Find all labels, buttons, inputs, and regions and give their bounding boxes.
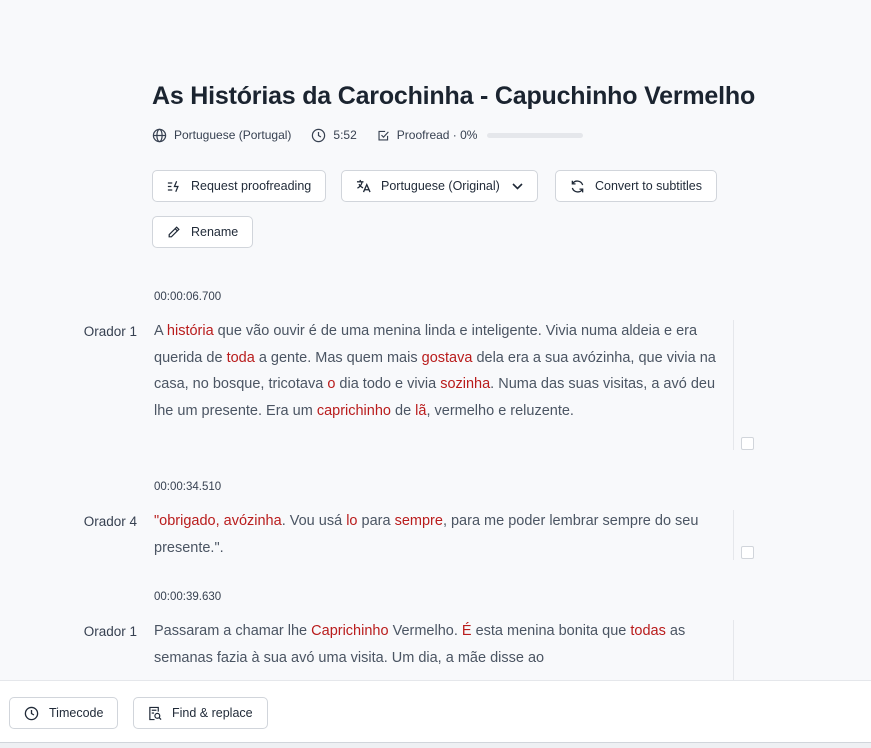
text-run: . Vou usá — [281, 513, 347, 529]
segment-timestamp: 00:00:39.630 — [154, 591, 222, 603]
segment-divider — [733, 510, 734, 560]
text-run: para — [357, 513, 395, 529]
proofread-meta: Proofread · 0% — [377, 128, 584, 142]
convert-to-subtitles-button[interactable]: Convert to subtitles — [555, 170, 717, 202]
text-run: , vermelho e reluzente. — [426, 403, 574, 420]
language-select[interactable]: Portuguese (Original) — [341, 170, 538, 202]
proofread-label: Proofread · 0% — [396, 128, 478, 142]
pencil-icon — [168, 226, 180, 238]
segment-text[interactable]: "obrigado, avózinha. Vou usá lo para sem… — [154, 508, 724, 561]
speaker-label[interactable]: Orador 1 — [84, 624, 137, 639]
segment-checkbox[interactable] — [741, 546, 754, 559]
rename-label: Rename — [191, 225, 239, 239]
request-proofreading-icon — [167, 180, 179, 192]
text-run: Passaram a chamar lhe — [154, 623, 312, 639]
duration-meta: 5:52 — [311, 128, 357, 143]
rename-button[interactable]: Rename — [152, 216, 254, 248]
page-title: As Histórias da Carochinha - Capuchinho … — [152, 82, 756, 110]
request-proofreading-label: Request proofreading — [191, 179, 312, 193]
segment-divider — [733, 320, 734, 450]
language-label: Portuguese (Portugal) — [174, 128, 292, 142]
document-meta: Portuguese (Portugal) 5:52 Proofread · 0… — [152, 126, 792, 144]
timecode-label: Timecode — [49, 706, 104, 720]
translate-icon — [356, 179, 371, 193]
check-square-icon — [378, 130, 389, 141]
text-run: A — [154, 323, 167, 339]
flagged-word: "obrigado, avózinha — [154, 513, 282, 529]
speaker-label[interactable]: Orador 1 — [84, 324, 137, 339]
proofread-progress-bar — [487, 132, 584, 138]
segment-timestamp: 00:00:06.700 — [154, 291, 222, 303]
flagged-word: gostava — [421, 349, 473, 366]
clock-icon — [312, 128, 326, 142]
text-run: de — [390, 403, 416, 420]
find-replace-button[interactable]: Find & replace — [133, 697, 268, 729]
flagged-word: É — [461, 623, 472, 639]
flagged-word: história — [166, 323, 214, 339]
bottom-toolbar: Timecode Find & replace — [0, 680, 871, 748]
flagged-word: todas — [630, 623, 666, 639]
speaker-label[interactable]: Orador 4 — [84, 514, 137, 529]
language-meta: Portuguese (Portugal) — [152, 128, 291, 143]
segment-timestamp: 00:00:34.510 — [154, 481, 222, 493]
document-header: As Histórias da Carochinha - Capuchinho … — [152, 82, 792, 144]
segment-checkbox[interactable] — [741, 437, 754, 450]
segment-text[interactable]: A história que vão ouvir é de uma menina… — [154, 318, 724, 425]
find-replace-icon — [149, 706, 162, 720]
language-select-label: Portuguese (Original) — [381, 179, 500, 193]
timecode-button[interactable]: Timecode — [9, 697, 119, 729]
chevron-down-icon — [512, 182, 523, 190]
text-run: dia todo e vivia — [335, 376, 441, 393]
flagged-word: Caprichinho — [311, 623, 389, 639]
flagged-word: toda — [226, 349, 255, 366]
segment-text[interactable]: Passaram a chamar lhe Caprichinho Vermel… — [154, 618, 724, 671]
window-bottom-edge — [0, 742, 871, 748]
globe-icon — [152, 128, 167, 142]
flagged-word: lã — [415, 403, 427, 420]
segment-divider — [733, 620, 734, 680]
convert-label: Convert to subtitles — [595, 179, 702, 193]
text-run: a gente. Mas quem mais — [254, 349, 422, 366]
flagged-word: caprichinho — [316, 403, 391, 420]
clock-icon — [24, 706, 39, 720]
request-proofreading-button[interactable]: Request proofreading — [152, 170, 327, 202]
flagged-word: sempre — [394, 513, 443, 529]
find-replace-label: Find & replace — [172, 706, 253, 720]
duration-label: 5:52 — [333, 128, 357, 142]
text-run: Vermelho. — [388, 623, 462, 639]
flagged-word: sozinha — [440, 376, 491, 393]
text-run: esta menina bonita que — [471, 623, 631, 639]
flagged-word: lo — [346, 513, 358, 529]
refresh-icon — [571, 179, 584, 193]
